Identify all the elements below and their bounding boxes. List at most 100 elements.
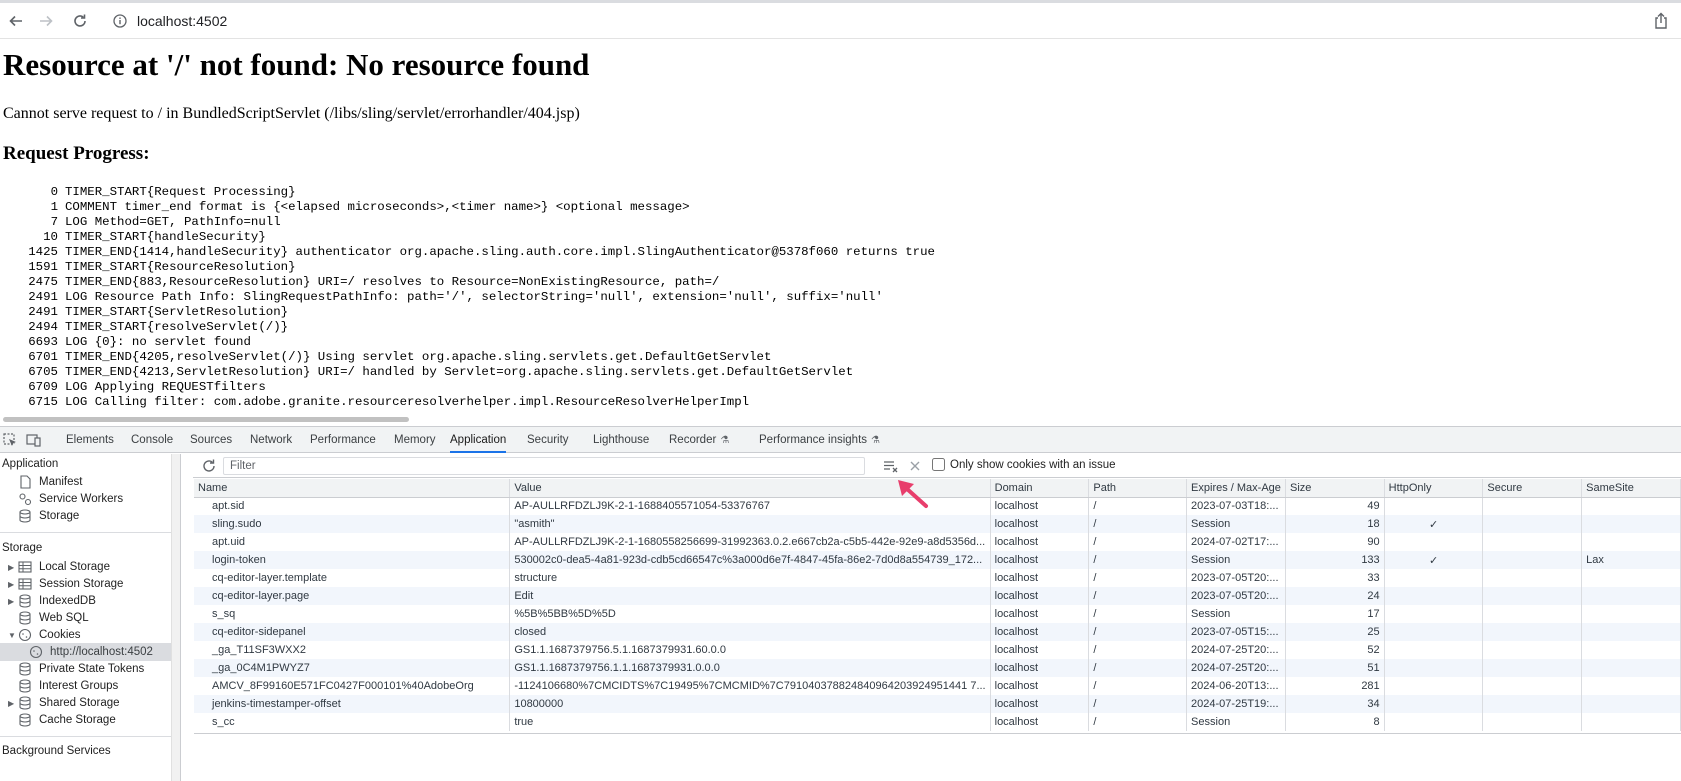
close-icon[interactable] <box>907 458 923 474</box>
table-row[interactable]: _ga_0C4M1PWYZ7 GS1.1.1687379756.1.1.16873… <box>194 659 1681 677</box>
cell-name[interactable]: AMCV_8F99160E571FC0427F000101%40AdobeOrg <box>194 677 511 695</box>
cell-size[interactable]: 133 <box>1285 551 1385 569</box>
expand-triangle-icon[interactable]: ▶ <box>8 580 18 589</box>
cell-secure[interactable] <box>1482 605 1583 623</box>
table-row[interactable]: cq-editor-layer.page Edit localhost/2023-0… <box>194 587 1681 605</box>
expand-triangle-icon[interactable]: ▶ <box>8 699 18 708</box>
table-row[interactable]: cq-editor-layer.template structure localho… <box>194 569 1681 587</box>
sidebar-item-cookies[interactable]: ▼ Cookies <box>8 626 81 644</box>
cell-value[interactable]: structure <box>509 569 991 587</box>
cell-samesite[interactable] <box>1581 659 1681 677</box>
cell-name[interactable]: login-token <box>194 551 511 569</box>
cell-value[interactable]: Edit <box>509 587 991 605</box>
cell-path[interactable]: / <box>1088 713 1188 731</box>
cell-value[interactable]: "asmith" <box>509 515 991 533</box>
scrollbar-thumb[interactable] <box>3 417 409 422</box>
cell-samesite[interactable] <box>1581 605 1681 623</box>
cell-path[interactable]: / <box>1088 623 1188 641</box>
cell-secure[interactable] <box>1482 551 1583 569</box>
cell-name[interactable]: s_cc <box>194 713 511 731</box>
cell-name[interactable]: cq-editor-sidepanel <box>194 623 511 641</box>
cell-domain[interactable]: localhost <box>990 497 1090 515</box>
tab-sources[interactable]: Sources <box>190 427 232 453</box>
cell-httponly[interactable] <box>1384 497 1484 515</box>
table-row[interactable]: apt.uid AP-AULLRFDZLJ9K-2-1-1680558256699… <box>194 533 1681 551</box>
expand-triangle-icon[interactable]: ▶ <box>8 597 18 606</box>
info-icon[interactable] <box>113 14 127 28</box>
column-header-secure[interactable]: Secure <box>1482 479 1583 498</box>
cell-samesite[interactable] <box>1581 713 1681 731</box>
cell-expires[interactable]: 2024-07-25T20:... <box>1186 659 1287 677</box>
cell-httponly[interactable] <box>1384 623 1484 641</box>
cell-path[interactable]: / <box>1088 497 1188 515</box>
cell-samesite[interactable]: Lax <box>1581 551 1681 569</box>
tab-performance-insights[interactable]: Performance insights ⚗ <box>759 427 880 453</box>
back-button[interactable] <box>5 10 27 32</box>
cell-size[interactable]: 17 <box>1285 605 1385 623</box>
column-header-samesite[interactable]: SameSite <box>1581 479 1681 498</box>
cell-size[interactable]: 281 <box>1285 677 1385 695</box>
column-header-expires-max-age[interactable]: Expires / Max-Age <box>1186 479 1287 498</box>
cell-samesite[interactable] <box>1581 695 1681 713</box>
table-row[interactable]: apt.sid AP-AULLRFDZLJ9K-2-1-1688405571054… <box>194 497 1681 515</box>
cell-domain[interactable]: localhost <box>990 515 1090 533</box>
cell-size[interactable]: 33 <box>1285 569 1385 587</box>
cell-httponly[interactable]: ✓ <box>1384 515 1484 533</box>
cell-httponly[interactable] <box>1384 659 1484 677</box>
cell-samesite[interactable] <box>1581 569 1681 587</box>
cell-samesite[interactable] <box>1581 677 1681 695</box>
cell-domain[interactable]: localhost <box>990 587 1090 605</box>
cell-expires[interactable]: Session <box>1186 605 1287 623</box>
cell-name[interactable]: _ga_T11SF3WXX2 <box>194 641 511 659</box>
cell-path[interactable]: / <box>1088 569 1188 587</box>
cell-expires[interactable]: 2023-07-03T18:... <box>1186 497 1287 515</box>
cell-secure[interactable] <box>1482 515 1583 533</box>
cell-httponly[interactable] <box>1384 641 1484 659</box>
cell-domain[interactable]: localhost <box>990 533 1090 551</box>
tab-elements[interactable]: Elements <box>66 427 114 453</box>
device-toolbar-icon[interactable] <box>26 432 42 448</box>
cell-samesite[interactable] <box>1581 497 1681 515</box>
cell-domain[interactable]: localhost <box>990 695 1090 713</box>
cell-samesite[interactable] <box>1581 587 1681 605</box>
cell-value[interactable]: 10800000 <box>509 695 991 713</box>
cell-domain[interactable]: localhost <box>990 605 1090 623</box>
collapse-triangle-icon[interactable]: ▼ <box>8 631 18 640</box>
table-row[interactable]: AMCV_8F99160E571FC0427F000101%40AdobeOrg… <box>194 677 1681 695</box>
forward-button[interactable] <box>35 10 57 32</box>
cookie-filter-input[interactable] <box>223 457 865 475</box>
refresh-icon[interactable] <box>201 458 217 474</box>
cell-path[interactable]: / <box>1088 587 1188 605</box>
cell-value[interactable]: GS1.1.1687379756.1.1.1687379931.0.0.0 <box>509 659 991 677</box>
sidebar-item-cookie-origin[interactable]: http://localhost:4502 <box>0 643 172 661</box>
sidebar-item-local-storage[interactable]: ▶ Local Storage <box>8 558 110 576</box>
cell-expires[interactable]: 2023-07-05T15:... <box>1186 623 1287 641</box>
cell-size[interactable]: 18 <box>1285 515 1385 533</box>
cell-domain[interactable]: localhost <box>990 569 1090 587</box>
cell-secure[interactable] <box>1482 623 1583 641</box>
cell-httponly[interactable] <box>1384 605 1484 623</box>
cell-secure[interactable] <box>1482 695 1583 713</box>
cell-httponly[interactable]: ✓ <box>1384 551 1484 569</box>
column-header-path[interactable]: Path <box>1088 479 1188 498</box>
cell-httponly[interactable] <box>1384 587 1484 605</box>
sidebar-item-cache-storage[interactable]: Cache Storage <box>18 711 116 729</box>
cell-name[interactable]: jenkins-timestamper-offset <box>194 695 511 713</box>
cell-expires[interactable]: 2024-07-25T19:... <box>1186 695 1287 713</box>
cell-size[interactable]: 8 <box>1285 713 1385 731</box>
cell-secure[interactable] <box>1482 713 1583 731</box>
cell-expires[interactable]: Session <box>1186 713 1287 731</box>
cell-secure[interactable] <box>1482 569 1583 587</box>
cell-expires[interactable]: 2023-07-05T20:... <box>1186 569 1287 587</box>
clear-all-cookies-icon[interactable] <box>883 458 899 474</box>
cell-size[interactable]: 49 <box>1285 497 1385 515</box>
cell-name[interactable]: s_sq <box>194 605 511 623</box>
cell-path[interactable]: / <box>1088 533 1188 551</box>
cell-name[interactable]: cq-editor-layer.template <box>194 569 511 587</box>
cell-domain[interactable]: localhost <box>990 659 1090 677</box>
cell-value[interactable]: GS1.1.1687379756.5.1.1687379931.60.0.0 <box>509 641 991 659</box>
sidebar-item-shared-storage[interactable]: ▶ Shared Storage <box>8 694 120 712</box>
cell-expires[interactable]: 2023-07-05T20:... <box>1186 587 1287 605</box>
sidebar-item-indexeddb[interactable]: ▶ IndexedDB <box>8 592 96 610</box>
tab-recorder[interactable]: Recorder ⚗ <box>669 427 729 453</box>
